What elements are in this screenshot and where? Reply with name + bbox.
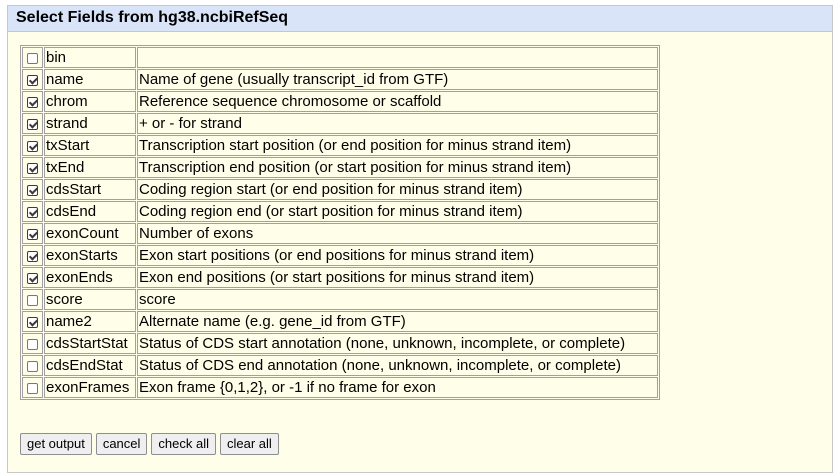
field-checkbox-name[interactable] <box>27 74 38 86</box>
field-row-exonEnds: exonEnds Exon end positions (or start pos… <box>22 267 658 288</box>
field-name: score <box>44 289 136 310</box>
field-checkbox-strand[interactable] <box>27 118 38 130</box>
field-row-score: score score <box>22 289 658 310</box>
field-checkbox-txEnd[interactable] <box>27 162 38 174</box>
field-description: Exon start positions (or end positions f… <box>137 245 658 266</box>
checkbox-cell <box>22 91 43 112</box>
checkbox-cell <box>22 47 43 68</box>
field-row-name: name Name of gene (usually transcript_id … <box>22 69 658 90</box>
checkbox-cell <box>22 245 43 266</box>
checkbox-cell <box>22 377 43 398</box>
checkbox-cell <box>22 69 43 90</box>
checkbox-cell <box>22 333 43 354</box>
field-checkbox-cdsEndStat[interactable] <box>27 360 38 372</box>
field-name: name2 <box>44 311 136 332</box>
button-row: get output cancel check all clear all <box>20 433 279 455</box>
field-description: Alternate name (e.g. gene_id from GTF) <box>137 311 658 332</box>
checkbox-cell <box>22 267 43 288</box>
checkbox-cell <box>22 135 43 156</box>
field-row-exonStarts: exonStarts Exon start positions (or end p… <box>22 245 658 266</box>
field-description: Number of exons <box>137 223 658 244</box>
field-checkbox-cdsEnd[interactable] <box>27 206 38 218</box>
field-checkbox-exonFrames[interactable] <box>27 382 38 394</box>
field-row-txStart: txStart Transcription start position (or … <box>22 135 658 156</box>
title-bar: Select Fields from hg38.ncbiRefSeq <box>8 6 832 32</box>
checkbox-cell <box>22 289 43 310</box>
field-row-name2: name2 Alternate name (e.g. gene_id from G… <box>22 311 658 332</box>
field-checkbox-txStart[interactable] <box>27 140 38 152</box>
field-description: + or - for strand <box>137 113 658 134</box>
field-checkbox-bin[interactable] <box>27 52 38 64</box>
field-checkbox-cdsStart[interactable] <box>27 184 38 196</box>
field-name: txEnd <box>44 157 136 178</box>
field-description: Status of CDS end annotation (none, unkn… <box>137 355 658 376</box>
field-name: strand <box>44 113 136 134</box>
field-description: Transcription start position (or end pos… <box>137 135 658 156</box>
checkbox-cell <box>22 179 43 200</box>
field-description: score <box>137 289 658 310</box>
page-title: Select Fields from hg38.ncbiRefSeq <box>16 9 289 26</box>
field-checkbox-exonCount[interactable] <box>27 228 38 240</box>
field-description: Coding region end (or start position for… <box>137 201 658 222</box>
field-name: cdsStart <box>44 179 136 200</box>
field-row-bin: bin <box>22 47 658 68</box>
field-name: bin <box>44 47 136 68</box>
checkbox-cell <box>22 311 43 332</box>
field-name: exonFrames <box>44 377 136 398</box>
field-checkbox-chrom[interactable] <box>27 96 38 108</box>
field-name: name <box>44 69 136 90</box>
field-row-exonFrames: exonFrames Exon frame {0,1,2}, or -1 if n… <box>22 377 658 398</box>
field-description <box>137 47 658 68</box>
field-name: exonEnds <box>44 267 136 288</box>
field-description: Exon end positions (or start positions f… <box>137 267 658 288</box>
field-row-cdsEnd: cdsEnd Coding region end (or start positi… <box>22 201 658 222</box>
field-checkbox-score[interactable] <box>27 294 38 306</box>
field-description: Status of CDS start annotation (none, un… <box>137 333 658 354</box>
checkbox-cell <box>22 223 43 244</box>
field-row-cdsStartStat: cdsStartStat Status of CDS start annotati… <box>22 333 658 354</box>
select-fields-panel: Select Fields from hg38.ncbiRefSeq bin na… <box>7 5 833 473</box>
clear-all-button[interactable]: clear all <box>219 433 279 455</box>
field-row-cdsStart: cdsStart Coding region start (or end posi… <box>22 179 658 200</box>
field-row-cdsEndStat: cdsEndStat Status of CDS end annotation (… <box>22 355 658 376</box>
field-checkbox-exonStarts[interactable] <box>27 250 38 262</box>
fields-table-body: bin name Name of gene (usually transcript_… <box>22 47 658 398</box>
field-description: Transcription end position (or start pos… <box>137 157 658 178</box>
field-name: cdsEnd <box>44 201 136 222</box>
field-row-chrom: chrom Reference sequence chromosome or sc… <box>22 91 658 112</box>
checkbox-cell <box>22 113 43 134</box>
field-description: Coding region start (or end position for… <box>137 179 658 200</box>
checkbox-cell <box>22 157 43 178</box>
field-description: Reference sequence chromosome or scaffol… <box>137 91 658 112</box>
field-checkbox-name2[interactable] <box>27 316 38 328</box>
field-name: cdsStartStat <box>44 333 136 354</box>
field-name: exonStarts <box>44 245 136 266</box>
field-name: exonCount <box>44 223 136 244</box>
check-all-button[interactable]: check all <box>151 433 216 455</box>
cancel-button[interactable]: cancel <box>95 433 148 455</box>
fields-table: bin name Name of gene (usually transcript_… <box>20 45 660 400</box>
field-row-exonCount: exonCount Number of exons <box>22 223 658 244</box>
field-row-txEnd: txEnd Transcription end position (or star… <box>22 157 658 178</box>
checkbox-cell <box>22 201 43 222</box>
field-checkbox-cdsStartStat[interactable] <box>27 338 38 350</box>
field-name: chrom <box>44 91 136 112</box>
get-output-button[interactable]: get output <box>20 433 92 455</box>
field-row-strand: strand + or - for strand <box>22 113 658 134</box>
checkbox-cell <box>22 355 43 376</box>
field-description: Exon frame {0,1,2}, or -1 if no frame fo… <box>137 377 658 398</box>
field-checkbox-exonEnds[interactable] <box>27 272 38 284</box>
field-name: cdsEndStat <box>44 355 136 376</box>
field-name: txStart <box>44 135 136 156</box>
field-description: Name of gene (usually transcript_id from… <box>137 69 658 90</box>
